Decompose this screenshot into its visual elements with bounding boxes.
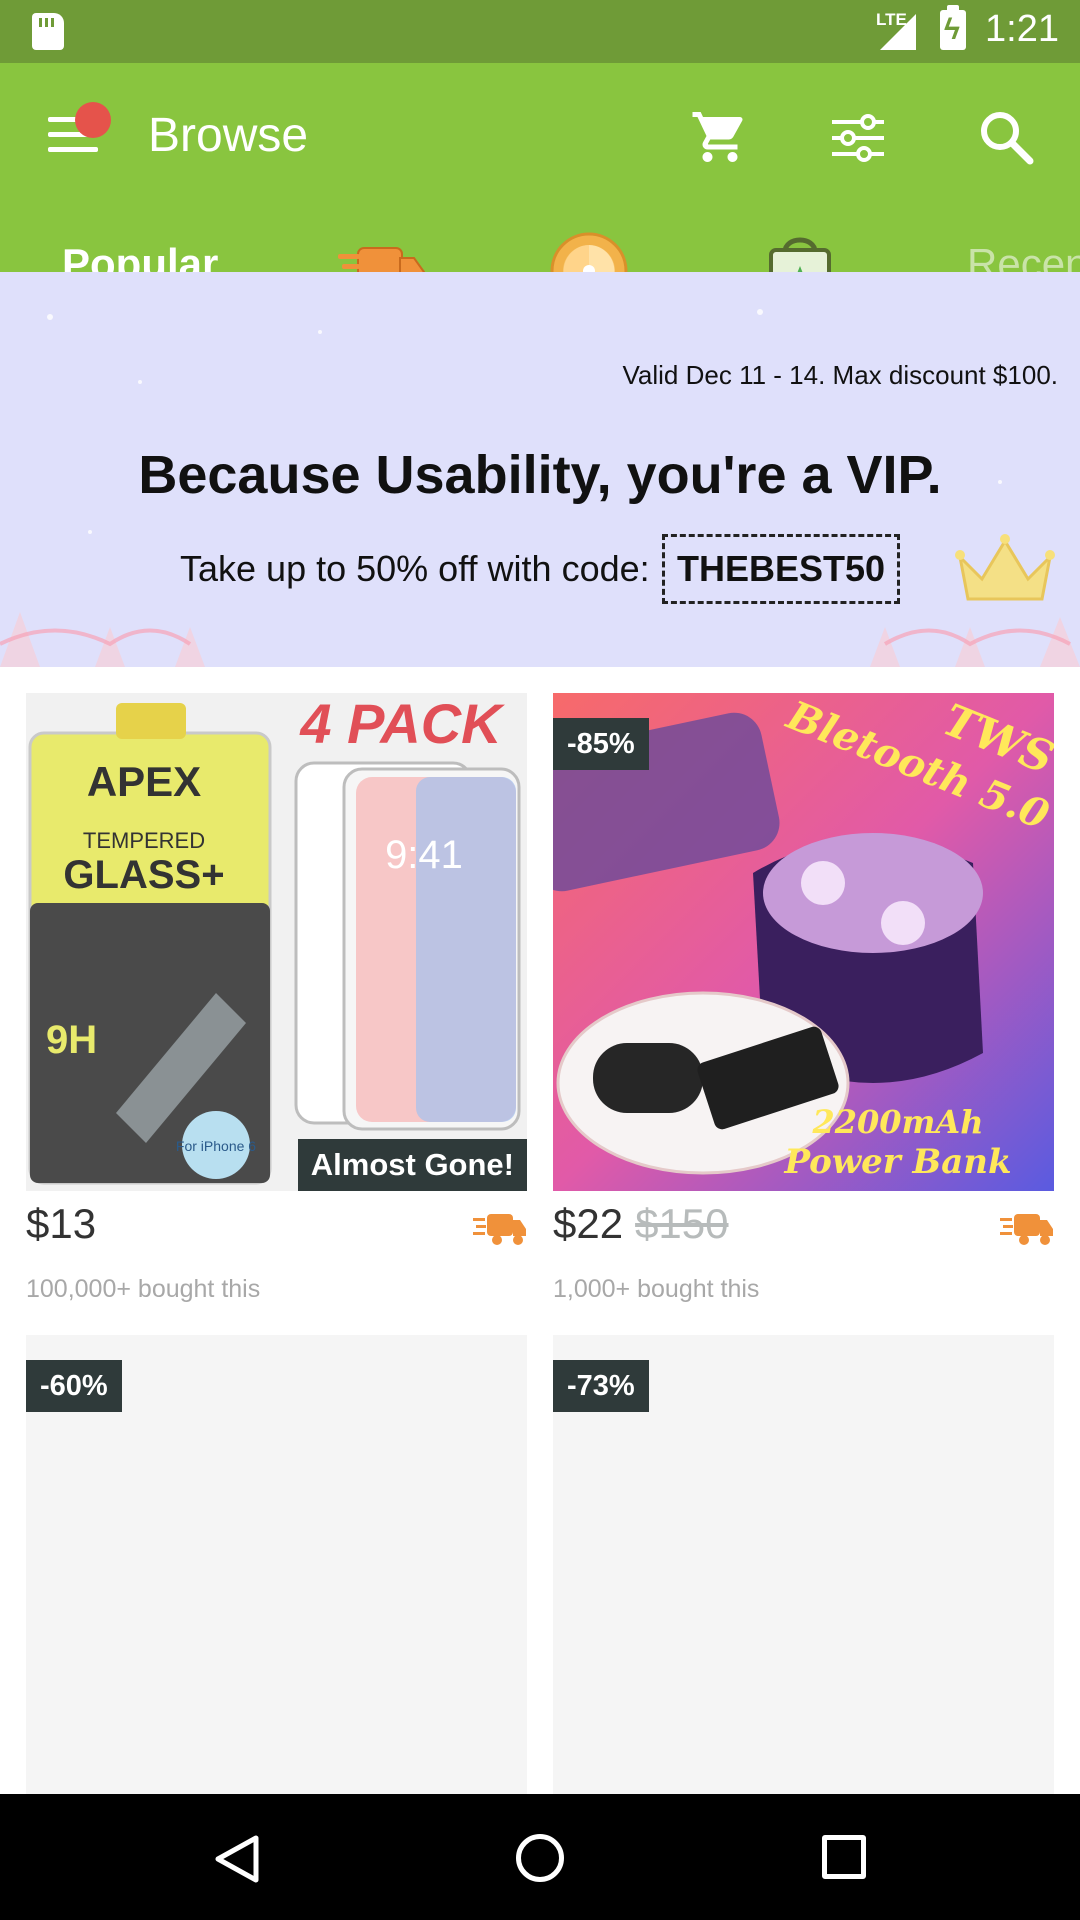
original-price: $150 xyxy=(635,1200,729,1247)
image-text-line1: TEMPERED xyxy=(83,828,205,853)
crown-icon xyxy=(955,534,1055,601)
bought-count: 1,000+ bought this xyxy=(553,1275,760,1303)
image-text-screen-time: 9:41 xyxy=(385,833,463,877)
app-bar: Browse Popular Recen xyxy=(0,63,1080,335)
filter-icon[interactable] xyxy=(830,113,886,163)
almost-gone-badge: Almost Gone! xyxy=(297,1139,527,1191)
image-text-brand: APEX xyxy=(87,758,201,805)
cart-icon[interactable] xyxy=(690,107,750,167)
search-icon[interactable] xyxy=(978,109,1034,165)
product-image[interactable]: TWS Bletooth 5.0 2200mAh Power Bank -85% xyxy=(553,693,1054,1191)
current-price: $13 xyxy=(26,1200,97,1247)
product-price: $13 xyxy=(26,1200,96,1248)
product-price: $22 $150 xyxy=(553,1200,729,1248)
discount-badge: -85% xyxy=(553,718,649,770)
notification-dot xyxy=(75,102,111,138)
signal-icon xyxy=(880,14,916,50)
bought-count: 100,000+ bought this xyxy=(26,1275,261,1303)
promo-offer: Take up to 50% off with code: xyxy=(180,548,650,589)
image-text-hardness: 9H xyxy=(46,1018,97,1062)
fast-shipping-icon xyxy=(473,1214,526,1245)
image-text-line2: GLASS+ xyxy=(63,853,224,897)
image-text-line3: 2200mAh xyxy=(811,1103,983,1141)
home-icon[interactable] xyxy=(516,1834,564,1882)
discount-badge: -60% xyxy=(26,1360,122,1412)
promo-validity: Valid Dec 11 - 14. Max discount $100. xyxy=(622,360,1059,390)
browse-screen: LTE 1:21 Browse xyxy=(0,0,1080,1920)
page-title: Browse xyxy=(148,109,309,162)
image-text-model: For iPhone 6 xyxy=(176,1138,256,1154)
current-price: $22 xyxy=(553,1200,624,1247)
discount-badge: -73% xyxy=(553,1360,649,1412)
fast-shipping-icon xyxy=(1000,1214,1053,1245)
recents-icon[interactable] xyxy=(822,1835,866,1879)
promo-headline: Because Usability, you're a VIP. xyxy=(138,445,942,505)
clock: 1:21 xyxy=(985,8,1059,50)
image-text-line4: Power Bank xyxy=(783,1142,1011,1182)
promo-banner[interactable]: Valid Dec 11 - 14. Max discount $100. Be… xyxy=(0,272,1080,667)
image-text-pack: 4 PACK xyxy=(299,693,505,755)
battery-charging-icon xyxy=(940,5,966,50)
product-image[interactable]: APEX TEMPERED GLASS+ 9H For iPhone 6 9:4… xyxy=(26,693,527,1191)
status-bar: LTE 1:21 xyxy=(0,0,1080,63)
product-image-placeholder[interactable]: -73% xyxy=(553,1335,1054,1833)
screen-protector-photo: APEX TEMPERED GLASS+ 9H For iPhone 6 9:4… xyxy=(26,693,527,1191)
system-nav-bar xyxy=(0,1794,1080,1920)
product-image-placeholder[interactable]: -60% xyxy=(26,1335,527,1833)
sd-card-icon xyxy=(32,13,64,50)
promo-code[interactable]: THEBEST50 xyxy=(662,534,900,604)
back-icon[interactable] xyxy=(214,1834,260,1884)
